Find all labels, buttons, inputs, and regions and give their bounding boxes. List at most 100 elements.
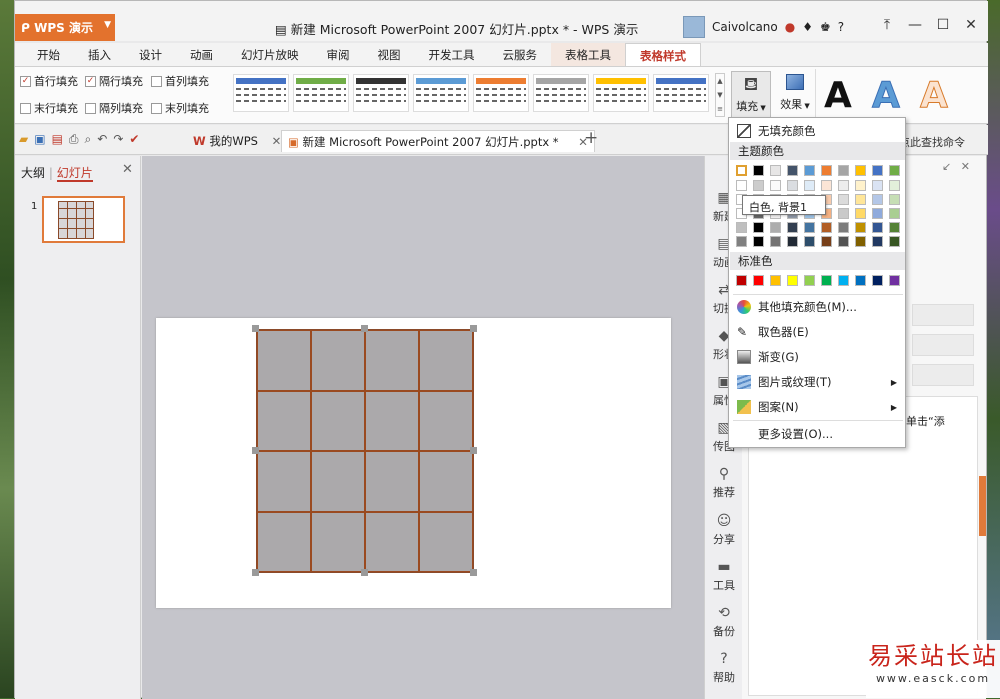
resize-handle[interactable]	[252, 569, 259, 576]
menu-item-gradient[interactable]: 渐变(G)	[729, 346, 905, 368]
tab-outline[interactable]: 大纲	[21, 166, 45, 180]
resize-handle[interactable]	[252, 325, 259, 332]
color-swatch[interactable]	[872, 194, 883, 205]
table-style-thumb[interactable]	[293, 74, 349, 112]
menu-item-more-colors[interactable]: 其他填充颜色(M)...	[729, 296, 905, 318]
menu-item-more-settings[interactable]: 更多设置(O)...	[729, 423, 905, 445]
maximize-button[interactable]: ☐	[929, 17, 957, 33]
table-style-thumb[interactable]	[413, 74, 469, 112]
slide-canvas[interactable]	[142, 156, 705, 699]
effect-button[interactable]: 效果 ▼	[775, 71, 815, 119]
color-swatch[interactable]	[855, 194, 866, 205]
table-cell[interactable]	[419, 390, 473, 451]
checkbox-first-column[interactable]: 首列填充	[151, 73, 209, 89]
resize-handle[interactable]	[470, 569, 477, 576]
table-style-thumb[interactable]	[653, 74, 709, 112]
gallery-scroll[interactable]: ▲ ▼ ≡	[715, 73, 725, 117]
color-swatch[interactable]	[753, 275, 764, 286]
tab-slideshow[interactable]: 幻灯片放映	[227, 43, 313, 66]
tab-slides[interactable]: 幻灯片	[56, 166, 93, 182]
new-tab-button[interactable]: +	[584, 128, 598, 148]
table-style-thumb[interactable]	[473, 74, 529, 112]
wordart-style-orange[interactable]: A	[920, 75, 949, 117]
avatar[interactable]	[683, 16, 705, 38]
color-swatch[interactable]	[804, 165, 815, 176]
color-swatch[interactable]	[872, 275, 883, 286]
tab-home[interactable]: 开始	[23, 43, 74, 66]
table-cell[interactable]	[365, 390, 419, 451]
color-swatch[interactable]	[736, 180, 747, 191]
menu-item-pattern[interactable]: 图案(N) ▶	[729, 396, 905, 418]
tab-review[interactable]: 审阅	[313, 43, 364, 66]
close-icon[interactable]: ✕	[122, 162, 133, 177]
table-cell[interactable]	[365, 511, 419, 572]
color-swatch[interactable]	[804, 180, 815, 191]
tab-insert[interactable]: 插入	[74, 43, 125, 66]
color-swatch[interactable]	[855, 208, 866, 219]
app-menu-button[interactable]: ᑭ WPS 演示 ▼	[15, 14, 115, 41]
table-style-thumb[interactable]	[353, 74, 409, 112]
table-style-thumb[interactable]	[233, 74, 289, 112]
customize-icon[interactable]: ✔	[129, 132, 139, 147]
color-swatch[interactable]	[770, 180, 781, 191]
color-swatch[interactable]	[736, 275, 747, 286]
table-cell[interactable]	[365, 451, 419, 512]
color-swatch[interactable]	[787, 165, 798, 176]
tab-cloud[interactable]: 云服务	[489, 43, 552, 66]
table-cell[interactable]	[419, 451, 473, 512]
minimize-button[interactable]: —	[901, 17, 929, 33]
color-swatch[interactable]	[838, 165, 849, 176]
close-button[interactable]: ✕	[957, 17, 985, 33]
table-cell[interactable]	[311, 451, 365, 512]
tab-table-style[interactable]: 表格样式	[625, 43, 701, 66]
color-swatch[interactable]	[889, 180, 900, 191]
resize-handle[interactable]	[470, 447, 477, 454]
slide-thumbnail[interactable]	[42, 196, 125, 243]
user-name[interactable]: Caivolcano	[712, 20, 778, 34]
color-swatch[interactable]	[855, 180, 866, 191]
menu-item-eyedropper[interactable]: ✎ 取色器(E)	[729, 321, 905, 343]
table-cell[interactable]	[311, 511, 365, 572]
color-swatch[interactable]	[753, 180, 764, 191]
open-icon[interactable]: ▰	[19, 132, 28, 147]
color-swatch[interactable]	[753, 222, 764, 233]
command-search-hint[interactable]: 点此查找命令	[899, 134, 965, 150]
color-swatch[interactable]	[804, 236, 815, 247]
color-swatch[interactable]	[804, 222, 815, 233]
tab-my-wps[interactable]: W 我的WPS ✕	[187, 130, 287, 152]
redo-icon[interactable]: ↷	[113, 132, 123, 147]
checkbox-header-row[interactable]: ✓ 首行填充	[20, 73, 78, 89]
table-cell[interactable]	[311, 330, 365, 391]
color-swatch[interactable]	[872, 236, 883, 247]
print-preview-icon[interactable]: ⌕	[85, 132, 92, 147]
export-pdf-icon[interactable]: ▤	[52, 132, 63, 147]
sidebar-item-help[interactable]: ? 帮助	[705, 651, 743, 685]
color-swatch[interactable]	[855, 165, 866, 176]
fill-button[interactable]: ⛾ 填充 ▼	[731, 71, 771, 119]
color-swatch[interactable]	[821, 165, 832, 176]
wordart-style-blue[interactable]: A	[872, 75, 901, 117]
table-cell[interactable]	[419, 330, 473, 391]
notification-icon[interactable]: ●	[785, 20, 795, 34]
color-swatch[interactable]	[736, 165, 747, 176]
color-swatch[interactable]	[838, 194, 849, 205]
color-swatch[interactable]	[753, 165, 764, 176]
tab-view[interactable]: 视图	[364, 43, 415, 66]
color-swatch[interactable]	[787, 180, 798, 191]
dropdown-field[interactable]	[912, 334, 974, 356]
color-swatch[interactable]	[855, 236, 866, 247]
color-swatch[interactable]	[872, 180, 883, 191]
color-swatch[interactable]	[787, 222, 798, 233]
color-swatch[interactable]	[838, 180, 849, 191]
color-swatch[interactable]	[736, 222, 747, 233]
resize-handle[interactable]	[470, 325, 477, 332]
color-swatch[interactable]	[838, 208, 849, 219]
color-swatch[interactable]	[889, 194, 900, 205]
color-swatch[interactable]	[770, 165, 781, 176]
undock-icon[interactable]: ↙	[942, 160, 951, 173]
table-cell[interactable]	[311, 390, 365, 451]
checkbox-banded-columns[interactable]: 隔列填充	[85, 100, 143, 116]
color-swatch[interactable]	[753, 236, 764, 247]
color-swatch[interactable]	[770, 222, 781, 233]
sidebar-item-tools[interactable]: ▬ 工具	[705, 559, 743, 593]
